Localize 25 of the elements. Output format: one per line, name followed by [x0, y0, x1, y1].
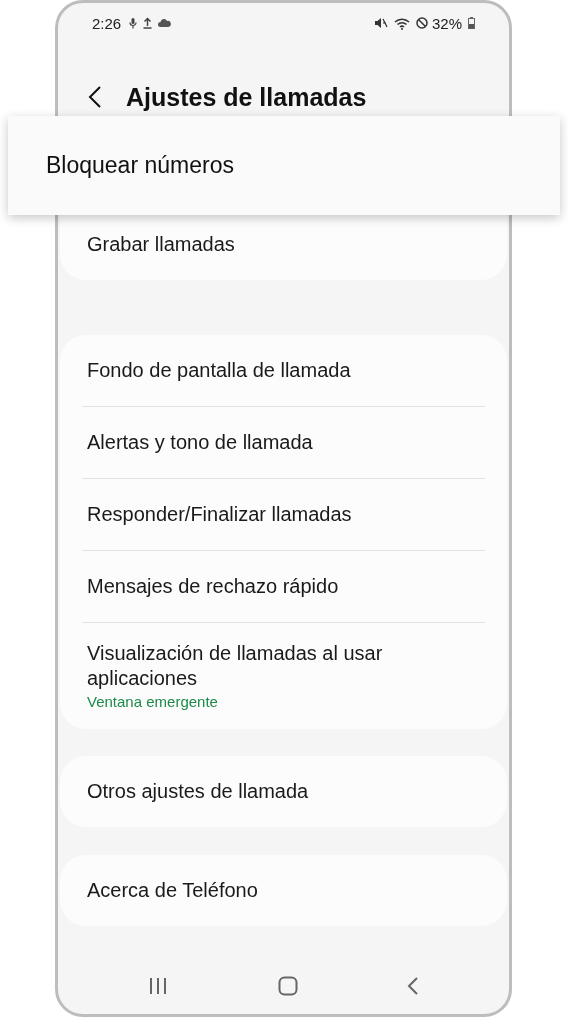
settings-item[interactable]: Alertas y tono de llamada: [87, 430, 480, 455]
do-not-disturb-icon: [415, 17, 428, 29]
settings-item[interactable]: Fondo de pantalla de llamada: [87, 358, 480, 383]
settings-item[interactable]: Acerca de Teléfono: [87, 878, 480, 903]
back-icon[interactable]: [88, 85, 102, 109]
back-nav-icon[interactable]: [407, 976, 419, 996]
page-title: Ajustes de llamadas: [126, 82, 367, 112]
recent-apps-icon[interactable]: [148, 976, 168, 996]
callout-label: Bloquear números: [46, 152, 234, 179]
highlight-callout[interactable]: Bloquear números: [8, 116, 560, 215]
settings-item[interactable]: Visualización de llamadas al usar aplicaciones: [87, 641, 480, 691]
home-icon[interactable]: [277, 976, 298, 996]
settings-item[interactable]: Grabar llamadas: [87, 232, 480, 257]
settings-item[interactable]: Mensajes de rechazo rápido: [87, 574, 480, 599]
settings-item[interactable]: Otros ajustes de llamada: [87, 779, 480, 804]
cloud-icon: [158, 19, 172, 27]
microphone-icon: [129, 17, 138, 29]
settings-item[interactable]: Responder/Finalizar llamadas: [87, 502, 480, 527]
battery-percent: 32%: [431, 14, 462, 32]
mute-icon: [373, 17, 388, 29]
status-time: 2:26: [92, 14, 122, 32]
item-subtitle: Ventana emergente: [87, 692, 219, 712]
upload-icon: [143, 17, 153, 29]
battery-icon: [468, 17, 475, 29]
wifi-icon: [393, 16, 410, 30]
